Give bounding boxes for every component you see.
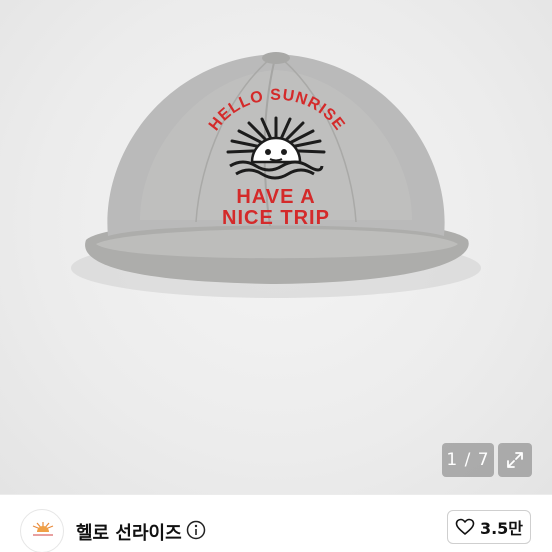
shop-logo[interactable] [20,509,64,552]
image-counter: 1 / 7 [442,443,494,477]
like-count: 3.5만 [479,519,524,538]
cap-illustration: HELLO SUNRISE HAVE A NICE TRIP [71,52,481,298]
expand-icon [507,452,523,468]
info-icon[interactable] [186,520,206,540]
like-button[interactable]: 3.5만 [447,510,531,544]
shop-name[interactable]: 헬로 선라이즈 [76,519,182,545]
image-counter-text: 1 / 7 [446,450,490,470]
cap-text-line2: NICE TRIP [222,207,330,229]
expand-button[interactable] [498,443,532,477]
seller-bar: 헬로 선라이즈 3.5만 [0,494,552,552]
heart-icon [455,518,475,535]
sunrise-logo-icon [32,522,54,536]
cap-text-line1: HAVE A [236,186,315,208]
product-image[interactable]: HELLO SUNRISE HAVE A NICE TRIP 1 / 7 [0,0,552,494]
